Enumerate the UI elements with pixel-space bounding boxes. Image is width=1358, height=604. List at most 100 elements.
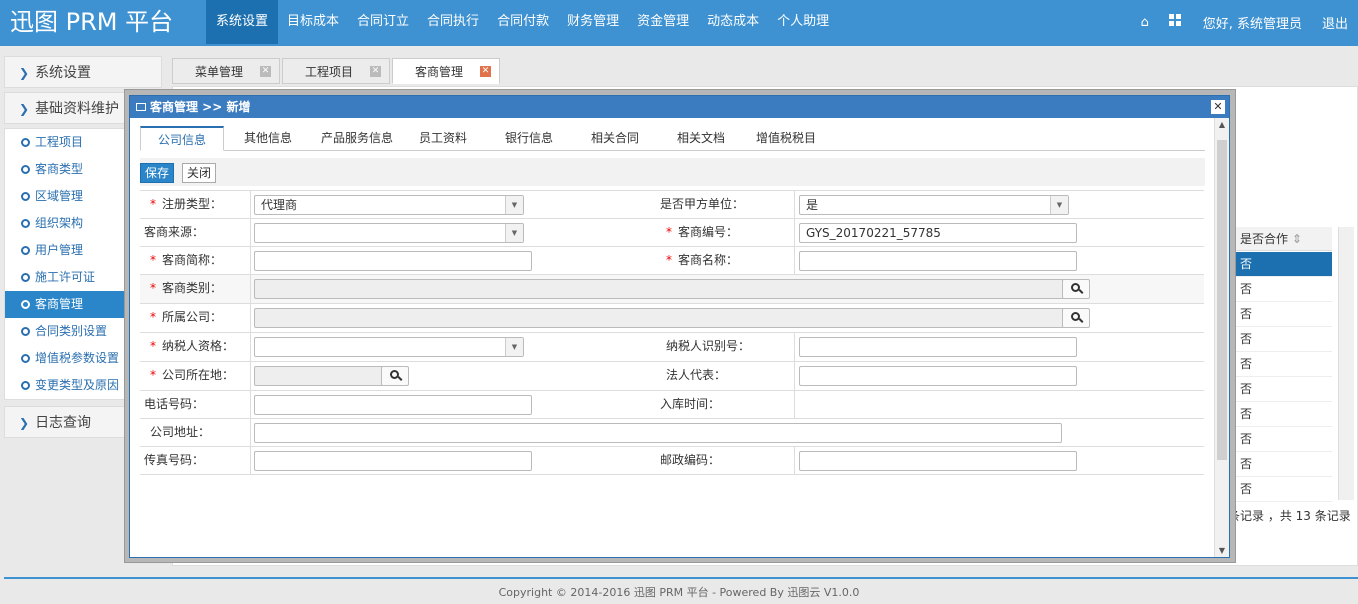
nav-contract-sign[interactable]: 合同订立 [348,0,418,44]
tax-id-label: 纳税人识别号： [666,339,751,353]
tab-vendor-management[interactable]: 客商管理 ✕ [392,58,500,84]
nav-contract-pay[interactable]: 合同付款 [488,0,558,44]
table-cell[interactable]: 否 [1228,427,1332,452]
table-cell[interactable]: 否 [1228,252,1332,277]
table-cell[interactable]: 否 [1228,302,1332,327]
name-input[interactable] [799,251,1077,271]
circle-arrow-icon [21,273,30,282]
user-greeting[interactable]: 您好, 系统管理员 [1203,13,1302,32]
copyright: Copyright © 2014-2016 迅图 PRM 平台 - Powere… [498,586,860,599]
dialog-title-bar: 客商管理 >> 新增 ✕ [130,96,1229,118]
dialog-title: 客商管理 >> 新增 [150,100,251,114]
search-icon[interactable] [1062,279,1090,299]
company-info-form: * 注册类型： 代理商 ▼ 是否甲方单位： 是 ▼ 客商来源： ▼ * 客商编号： GY… [140,190,1204,475]
form-row: 公司地址： [140,419,1204,447]
logout-link[interactable]: 退出 [1322,13,1348,32]
footer-divider [4,577,1358,579]
form-row: * 客商简称： * 客商名称： [140,247,1204,275]
short-name-input[interactable] [254,251,532,271]
close-button[interactable]: 关闭 [182,163,217,183]
table-cell[interactable]: 否 [1228,402,1332,427]
code-input[interactable]: GYS_20170221_57785 [799,223,1077,243]
is-party-a-select[interactable]: 是 ▼ [799,195,1069,215]
fax-input[interactable] [254,451,532,471]
tab-other-info[interactable]: 其他信息 [224,126,312,151]
source-label: 客商来源： [144,225,205,239]
column-header-cooperation[interactable]: 是否合作 ⇕ [1228,227,1332,251]
chevron-down-icon: ▼ [505,224,523,242]
reg-type-select[interactable]: 代理商 ▼ [254,195,524,215]
fax-label: 传真号码： [144,453,205,467]
close-icon[interactable]: ✕ [1211,100,1225,114]
close-icon[interactable]: ✕ [260,66,271,77]
is-party-a-label: 是否甲方单位： [660,197,745,211]
home-icon[interactable]: ⌂ [1133,15,1157,30]
tab-related-contracts[interactable]: 相关合同 [574,126,656,151]
source-select[interactable]: ▼ [254,223,524,243]
tab-products-services[interactable]: 产品服务信息 [312,126,402,151]
search-icon[interactable] [1062,308,1090,328]
tab-company-info[interactable]: 公司信息 [140,126,224,151]
location-input[interactable] [254,366,384,386]
circle-arrow-icon [21,300,30,309]
nav-system-settings[interactable]: 系统设置 [206,0,279,44]
nav-personal-assistant[interactable]: 个人助理 [768,0,838,44]
phone-input[interactable] [254,395,532,415]
top-bar: 迅图 PRM 平台 系统设置 目标成本 合同订立 合同执行 合同付款 财务管理 … [0,0,1358,46]
nav-target-cost[interactable]: 目标成本 [278,0,348,44]
search-icon[interactable] [381,366,409,386]
taxpayer-label: * 纳税人资格： [150,339,235,353]
category-input[interactable] [254,279,1064,299]
dialog-scrollbar[interactable]: ▲ ▼ [1214,118,1229,557]
table-cell[interactable]: 否 [1228,327,1332,352]
top-right-area: ⌂ 您好, 系统管理员 退出 [1133,0,1358,44]
tab-projects[interactable]: 工程项目 ✕ [282,58,390,84]
legal-rep-input[interactable] [799,366,1077,386]
tab-bank-info[interactable]: 银行信息 [484,126,574,151]
window-icon [136,103,146,111]
reg-type-label: * 注册类型： [150,197,223,211]
table-cell[interactable]: 否 [1228,352,1332,377]
nav-contract-exec[interactable]: 合同执行 [418,0,488,44]
postal-label: 邮政编码： [660,453,721,467]
taxpayer-select[interactable]: ▼ [254,337,524,357]
table-cell[interactable]: 否 [1228,477,1332,502]
company-input[interactable] [254,308,1064,328]
scroll-thumb[interactable] [1217,140,1227,460]
save-button[interactable]: 保存 [140,163,175,183]
table-scrollbar[interactable] [1338,227,1354,500]
chevron-down-icon: ▼ [505,196,523,214]
scroll-up-icon[interactable]: ▲ [1215,120,1229,129]
address-input[interactable] [254,423,1062,443]
name-label: * 客商名称： [666,253,739,267]
circle-arrow-icon [21,138,30,147]
dialog-toolbar: 保存 关闭 [140,158,1205,186]
grid-icon[interactable] [1163,14,1187,30]
close-icon[interactable]: ✕ [370,66,381,77]
tax-id-input[interactable] [799,337,1077,357]
address-label: 公司地址： [150,425,211,439]
table-cell[interactable]: 否 [1228,452,1332,477]
circle-arrow-icon [21,327,30,336]
chevron-down-icon: ❯ [19,102,30,116]
tab-menu-management[interactable]: 菜单管理 ✕ [172,58,280,84]
tab-employees[interactable]: 员工资料 [402,126,484,151]
chevron-right-icon: ❯ [19,416,30,430]
form-row: * 公司所在地： 法人代表： [140,362,1204,391]
nav-dynamic-cost[interactable]: 动态成本 [698,0,768,44]
tab-related-docs[interactable]: 相关文档 [656,126,746,151]
page-tabs: 菜单管理 ✕ 工程项目 ✕ 客商管理 ✕ [172,58,502,84]
short-name-label: * 客商简称： [150,253,223,267]
postal-input[interactable] [799,451,1077,471]
close-icon[interactable]: ✕ [480,66,491,77]
table-cell[interactable]: 否 [1228,277,1332,302]
phone-label: 电话号码： [144,397,205,411]
scroll-down-icon[interactable]: ▼ [1215,546,1229,555]
stock-time-label: 入库时间： [660,397,721,411]
nav-funds[interactable]: 资金管理 [628,0,698,44]
table-cell[interactable]: 否 [1228,377,1332,402]
sidebar-section-system-settings[interactable]: ❯ 系统设置 [4,56,162,88]
tab-vat-items[interactable]: 增值税税目 [746,126,826,151]
form-row: * 所属公司： [140,304,1204,333]
nav-finance[interactable]: 财务管理 [558,0,628,44]
